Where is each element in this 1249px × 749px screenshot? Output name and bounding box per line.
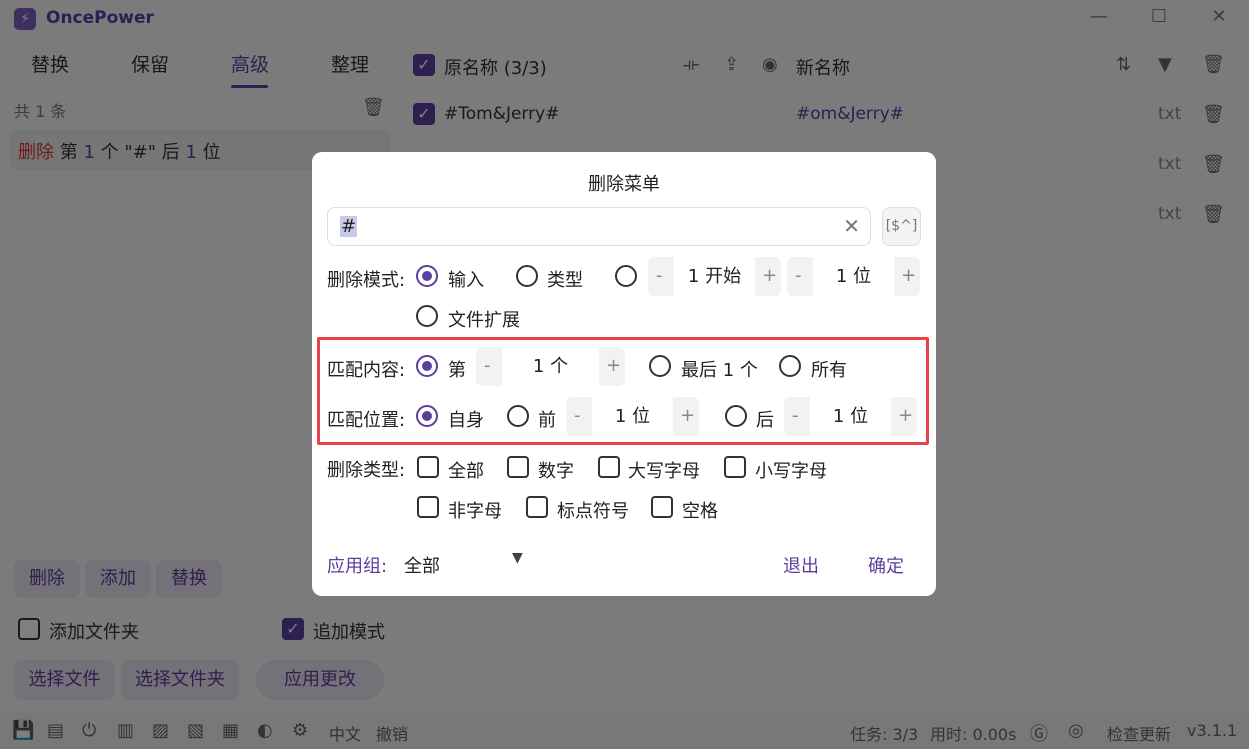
apply-group-select[interactable]: 全部 (404, 552, 440, 578)
mode-input-radio[interactable] (416, 265, 438, 287)
type-punct-label: 标点符号 (557, 501, 629, 522)
count-plus-button[interactable]: + (901, 265, 916, 286)
start-stepper[interactable]: - 1 开始 + (648, 257, 781, 296)
type-nonletter-checkbox[interactable] (417, 496, 439, 518)
type-all-checkbox[interactable] (417, 456, 439, 478)
type-nonletter-label: 非字母 (448, 501, 502, 522)
dialog-title: 删除菜单 (588, 174, 660, 195)
type-all-label: 全部 (448, 461, 484, 482)
highlight-box (317, 337, 929, 445)
type-space-label: 空格 (682, 501, 718, 522)
delete-type-label: 删除类型: (327, 460, 406, 481)
search-input-value: # (340, 216, 358, 237)
clear-input-icon[interactable]: ✕ (843, 214, 860, 238)
exit-button[interactable]: 退出 (783, 552, 819, 578)
type-space-checkbox[interactable] (651, 496, 673, 518)
delete-mode-label: 删除模式: (327, 270, 406, 291)
start-plus-button[interactable]: + (762, 265, 777, 286)
mode-input-label: 输入 (448, 270, 484, 291)
count-minus-button[interactable]: - (795, 265, 802, 286)
search-input[interactable]: # ✕ (327, 207, 871, 246)
apply-group-label: 应用组: (327, 556, 388, 577)
start-value[interactable]: 1 开始 (674, 257, 755, 296)
type-punct-checkbox[interactable] (526, 496, 548, 518)
chevron-down-icon[interactable]: ▼ (512, 550, 523, 566)
mode-type-label: 类型 (547, 270, 583, 291)
regex-toggle-icon[interactable]: [$^] (882, 207, 921, 246)
mode-type-radio[interactable] (516, 265, 538, 287)
type-digit-checkbox[interactable] (507, 456, 529, 478)
type-lower-label: 小写字母 (755, 461, 827, 482)
type-upper-label: 大写字母 (628, 461, 700, 482)
mode-ext-label: 文件扩展 (448, 310, 520, 331)
type-lower-checkbox[interactable] (724, 456, 746, 478)
count-stepper[interactable]: - 1 位 + (787, 257, 920, 296)
mode-ext-radio[interactable] (416, 305, 438, 327)
count-value[interactable]: 1 位 (813, 257, 894, 296)
start-minus-button[interactable]: - (656, 265, 663, 286)
type-upper-checkbox[interactable] (598, 456, 620, 478)
mode-position-radio[interactable] (615, 265, 637, 287)
confirm-button[interactable]: 确定 (868, 552, 904, 578)
type-digit-label: 数字 (538, 461, 574, 482)
